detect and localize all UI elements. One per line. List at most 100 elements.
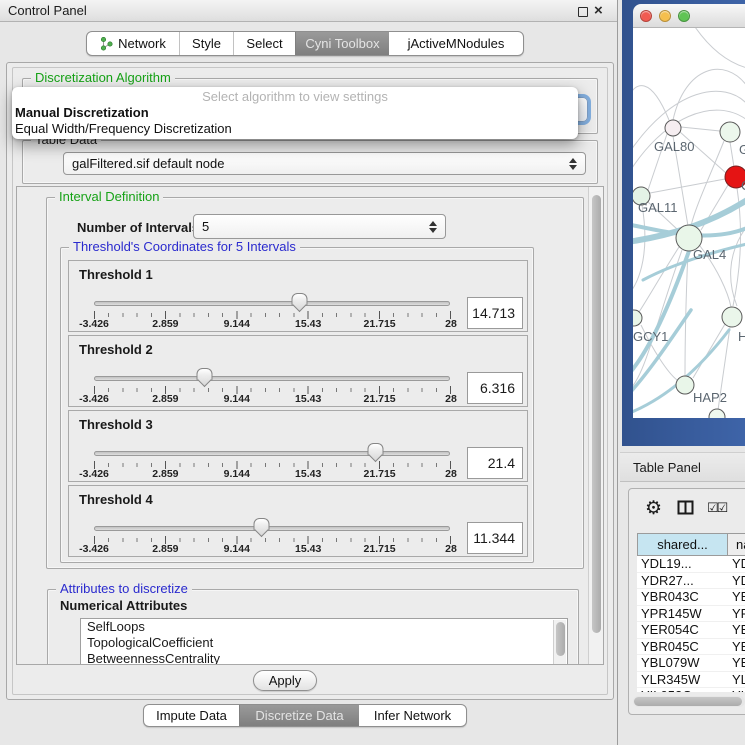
table-data-group: Table Data galFiltered.sif default node: [22, 140, 598, 184]
svg-text:HAP2: HAP2: [693, 390, 727, 405]
mac-zoom-icon[interactable]: [678, 10, 690, 22]
control-panel: Control Panel × Network Style Select Cyn…: [0, 0, 618, 745]
svg-text:GAL11: GAL11: [638, 200, 678, 215]
tab-impute-data[interactable]: Impute Data: [144, 705, 239, 726]
table-row[interactable]: YIL052CYIL0: [637, 688, 745, 692]
tab-cyni-toolbox[interactable]: Cyni Toolbox: [295, 32, 389, 55]
node-hap2[interactable]: [676, 376, 694, 394]
control-panel-titlebar: Control Panel ×: [0, 0, 617, 22]
columns-icon[interactable]: [677, 500, 694, 515]
popup-hint: Select algorithm to view settings: [12, 89, 578, 105]
slider-track[interactable]: [94, 301, 450, 306]
network-graph: GAL80 G C GAL11 GAL4 GCY1 H HAP2: [633, 28, 745, 418]
thresholds-group: Threshold's Coordinates for 5 Intervals …: [60, 247, 534, 563]
slider-thumb[interactable]: [197, 368, 212, 387]
node-gcy1[interactable]: [633, 310, 642, 326]
top-tab-bar: Network Style Select Cyni Toolbox jActiv…: [86, 31, 524, 56]
interval-group-title: Interval Definition: [55, 189, 163, 204]
tab-jactivemnodules[interactable]: jActiveMNodules: [389, 32, 523, 55]
network-edges: [633, 28, 745, 410]
list-scrollbar[interactable]: [553, 620, 566, 665]
num-intervals-label: Number of Intervals: [77, 220, 199, 235]
list-item[interactable]: SelfLoops: [81, 619, 567, 635]
panel-title: Control Panel: [8, 3, 87, 18]
svg-text:G: G: [739, 142, 745, 157]
num-intervals-value: 5: [202, 219, 209, 234]
table-panel-title: Table Panel: [633, 460, 701, 475]
tab-discretize-data[interactable]: Discretize Data: [239, 705, 359, 726]
algorithm-group-title: Discretization Algorithm: [31, 70, 175, 85]
threshold-row-1: Threshold 1 -3.426 2.859 9.144 15.43 21.…: [68, 260, 528, 332]
table-row[interactable]: YDR27...YDR2: [637, 573, 745, 590]
threshold-row-4: Threshold 4 -3.426 2.859 9.144 15.43 21.…: [68, 485, 528, 557]
slider-track[interactable]: [94, 526, 450, 531]
node-h[interactable]: [722, 307, 742, 327]
threshold-value-field[interactable]: 14.713: [467, 297, 523, 329]
gear-icon[interactable]: ⚙: [645, 497, 662, 520]
tab-select[interactable]: Select: [233, 32, 295, 55]
network-window-titlebar[interactable]: [633, 4, 745, 28]
slider-thumb[interactable]: [292, 293, 307, 312]
list-item[interactable]: TopologicalCoefficient: [81, 635, 567, 651]
svg-text:C: C: [741, 178, 745, 193]
combo-arrows-icon: [561, 158, 577, 170]
network-icon: [100, 37, 113, 51]
column-header-shared[interactable]: shared...: [637, 533, 728, 556]
node-g[interactable]: [720, 122, 740, 142]
threshold-value-field[interactable]: 21.4: [467, 447, 523, 479]
thresholds-group-title: Threshold's Coordinates for 5 Intervals: [69, 239, 300, 254]
svg-text:H: H: [738, 329, 745, 344]
table-panel-header: Table Panel: [620, 452, 745, 482]
settings-scrollbar[interactable]: [588, 187, 603, 665]
node-bottom[interactable]: [709, 409, 725, 418]
close-icon[interactable]: ×: [594, 2, 603, 19]
num-intervals-combo[interactable]: 5: [193, 214, 446, 239]
attributes-group-title: Attributes to discretize: [56, 581, 192, 596]
slider-track[interactable]: [94, 376, 450, 381]
table-row[interactable]: YBR043CYBR0: [637, 589, 745, 606]
algorithm-popup: Select algorithm to view settings Manual…: [12, 87, 578, 139]
list-item[interactable]: BetweennessCentrality: [81, 651, 567, 665]
table-row[interactable]: YBL079WYBL0: [637, 655, 745, 672]
attributes-group: Attributes to discretize Numerical Attri…: [47, 589, 579, 665]
table-data-combo-value: galFiltered.sif default node: [72, 156, 224, 171]
slider-thumb[interactable]: [368, 443, 383, 462]
table-data-combo[interactable]: galFiltered.sif default node: [63, 152, 586, 175]
slider-track[interactable]: [94, 451, 450, 456]
table-row[interactable]: YPR145WYPR1: [637, 606, 745, 623]
node-gal80[interactable]: [665, 120, 681, 136]
table-row[interactable]: YDL19...YDL1: [637, 556, 745, 573]
checkboxes-icon[interactable]: ☑☑: [707, 500, 726, 516]
popup-option-manual[interactable]: Manual Discretization: [12, 105, 578, 121]
combo-arrows-icon: [421, 221, 437, 233]
table-row[interactable]: YBR045CYBR0: [637, 639, 745, 656]
threshold-row-3: Threshold 3 -3.426 2.859 9.144 15.43 21.…: [68, 410, 528, 482]
table-row[interactable]: YLR345WYLR3: [637, 672, 745, 689]
tab-style[interactable]: Style: [179, 32, 233, 55]
threshold-value-field[interactable]: 11.344: [467, 522, 523, 554]
network-canvas[interactable]: GAL80 G C GAL11 GAL4 GCY1 H HAP2: [633, 28, 745, 418]
numerical-attributes-list: SelfLoops TopologicalCoefficient Between…: [80, 618, 568, 665]
slider-thumb[interactable]: [254, 518, 269, 537]
tab-network[interactable]: Network: [87, 32, 179, 55]
column-header-name[interactable]: na: [727, 533, 745, 556]
svg-text:GAL4: GAL4: [693, 247, 726, 262]
threshold-row-2: Threshold 2 -3.426 2.859 9.144 15.43 21.…: [68, 335, 528, 407]
mac-close-icon[interactable]: [640, 10, 652, 22]
svg-text:GAL80: GAL80: [654, 139, 694, 154]
interval-definition-group: Interval Definition Number of Intervals …: [46, 197, 584, 569]
mac-minimize-icon[interactable]: [659, 10, 671, 22]
table-horizontal-scrollbar[interactable]: [633, 696, 745, 707]
popup-option-equal-width[interactable]: Equal Width/Frequency Discretization: [12, 121, 578, 137]
svg-text:GCY1: GCY1: [633, 329, 668, 344]
threshold-value-field[interactable]: 6.316: [467, 372, 523, 404]
table-panel-card: ⚙ ☑☑ shared... na YDL19...YDL1 YDR27...Y…: [628, 488, 745, 715]
numerical-attributes-label: Numerical Attributes: [60, 598, 187, 613]
float-window-icon[interactable]: [578, 7, 588, 17]
table-rows: YDL19...YDL1 YDR27...YDR2 YBR043CYBR0 YP…: [637, 556, 745, 692]
bottom-tab-bar: Impute Data Discretize Data Infer Networ…: [143, 704, 467, 727]
apply-button[interactable]: Apply: [253, 670, 317, 691]
settings-scroll-viewport: Interval Definition Number of Intervals …: [16, 186, 604, 665]
tab-infer-network[interactable]: Infer Network: [359, 705, 466, 726]
table-row[interactable]: YER054CYER0: [637, 622, 745, 639]
